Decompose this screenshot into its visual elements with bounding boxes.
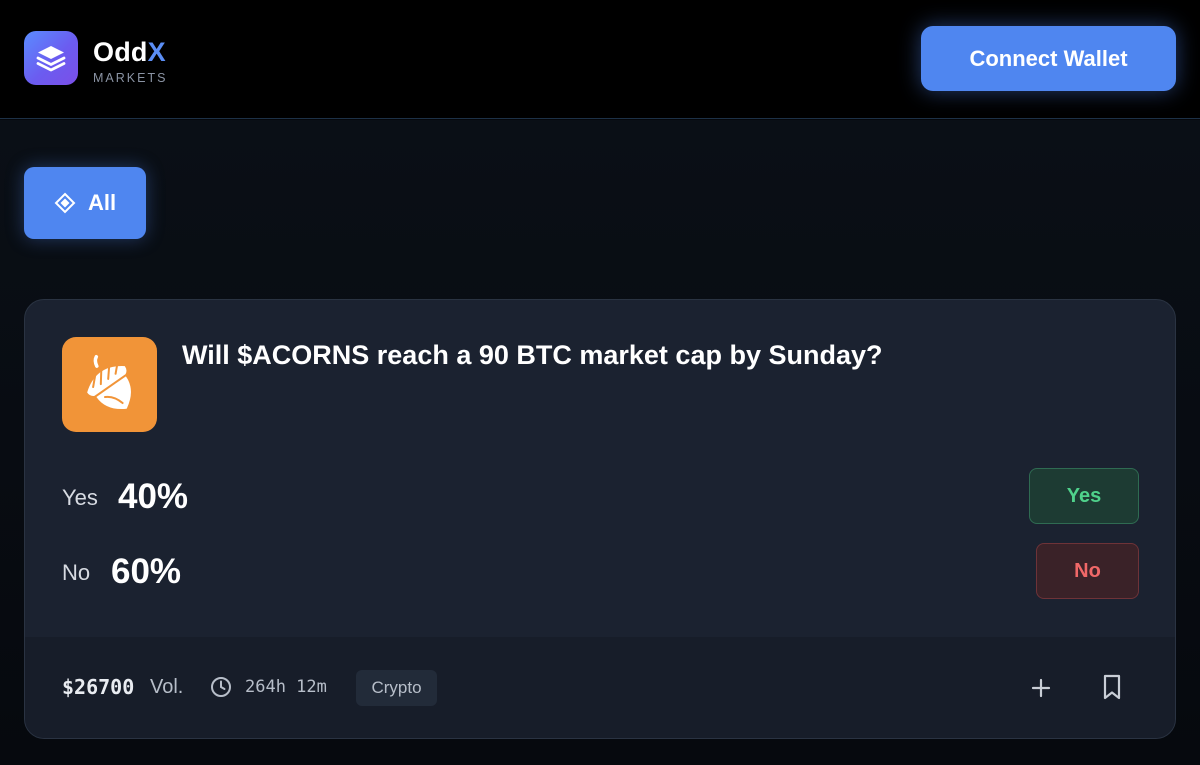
diamond-icon (54, 192, 76, 214)
volume-label: Vol. (150, 676, 184, 698)
category-tag[interactable]: Crypto (356, 670, 437, 706)
outcome-no-label: No (62, 560, 91, 585)
brand: Odd X MARKETS (93, 38, 167, 85)
outcome-no-percent: 60% (111, 552, 182, 591)
brand-name-main: Odd (93, 37, 148, 67)
buy-no-button[interactable]: No (1036, 543, 1139, 599)
outcome-yes-label: Yes (62, 485, 98, 510)
filter-all-label: All (87, 190, 117, 215)
brand-name: Odd X (93, 38, 167, 66)
buy-yes-button[interactable]: Yes (1029, 468, 1139, 524)
connect-wallet-button[interactable]: Connect Wallet (921, 26, 1176, 91)
outcome-yes-percent: 40% (118, 477, 189, 516)
plus-icon[interactable] (1028, 675, 1054, 701)
bookmark-icon[interactable] (1100, 673, 1124, 701)
market-card[interactable]: Will $ACORNS reach a 90 BTC market cap b… (24, 299, 1176, 739)
market-image (62, 337, 157, 432)
filter-all-button[interactable]: All (24, 167, 146, 239)
logo[interactable] (24, 31, 78, 85)
market-card-footer: $26700 Vol. 264h 12m Crypto (25, 637, 1175, 738)
market-question[interactable]: Will $ACORNS reach a 90 BTC market cap b… (182, 340, 882, 371)
top-header: Odd X MARKETS Connect Wallet (0, 0, 1200, 119)
brand-subtitle: MARKETS (93, 71, 168, 85)
volume-amount: $26700 (62, 675, 135, 699)
acorn-icon (86, 354, 131, 409)
brand-name-accent: X (147, 37, 166, 67)
layers-icon (36, 46, 66, 72)
clock-icon (211, 677, 231, 697)
time-remaining: 264h 12m (245, 677, 327, 697)
